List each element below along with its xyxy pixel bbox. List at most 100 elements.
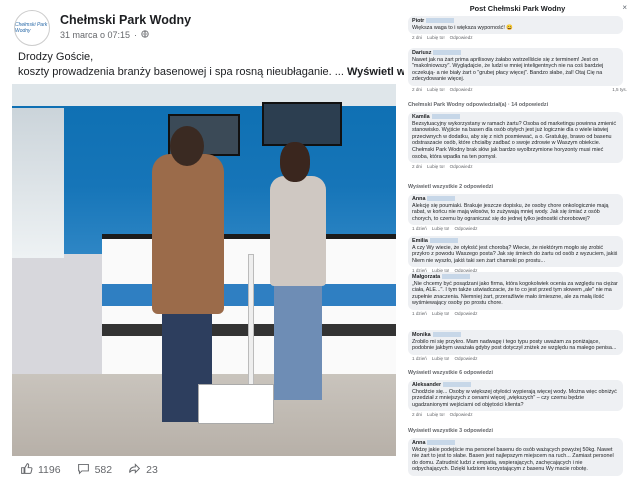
comment-author[interactable]: Anna <box>412 440 425 447</box>
comment-text: „Nie chcemy być posądzani jako firma, kt… <box>412 280 618 307</box>
comment-like-button[interactable]: Lubię to! <box>427 87 445 94</box>
comment-reply-button[interactable]: Odpowiedz <box>454 226 477 233</box>
comment-actions: 1 dzień Lubię to! Odpowiedz <box>412 311 477 318</box>
post-body: Drodzy Goście, koszty prowadzenia branży… <box>18 50 430 80</box>
photo-woman-jeans <box>274 280 322 400</box>
comment-author[interactable]: Anna <box>412 196 425 203</box>
comment-text: Nawet jak na żart prima aprilisowy żałab… <box>412 56 604 83</box>
comment-bubble: Aleksander Chodźcie się... Osoby w większ… <box>408 380 623 412</box>
post-meta: 31 marca o 07:15 · <box>60 30 149 40</box>
redacted-surname <box>433 50 462 56</box>
comment-bubble: Monika Zrobilo mi się przykro. Mam nadwag… <box>408 330 623 355</box>
view-replies-link[interactable]: Wyświetl wszystkie 6 odpowiedzi <box>408 370 493 377</box>
comment-like-button[interactable]: Lubię to! <box>432 311 450 318</box>
view-replies-link[interactable]: Wyświetl wszystkie 2 odpowiedzi <box>408 184 493 191</box>
globe-icon <box>141 30 149 40</box>
comment-author[interactable]: Małgorzata <box>412 274 440 281</box>
comment-text: Chodźcie się... Osoby w większej otyłośc… <box>412 388 617 408</box>
photo-window <box>12 108 64 258</box>
comment-actions: 2 dni Lubię to! Odpowiedz <box>412 164 473 171</box>
comment-timestamp[interactable]: 2 dni <box>412 87 422 94</box>
comment-timestamp[interactable]: 2 dni <box>412 412 422 419</box>
comment-reply-button[interactable]: Odpowiedz <box>454 356 477 363</box>
photo-woman-sweater <box>270 176 326 286</box>
redacted-surname <box>431 114 460 120</box>
comment-timestamp[interactable]: 1 dzień <box>412 311 427 318</box>
comment-timestamp[interactable]: 2 dni <box>412 164 422 171</box>
comment-text: Alekcję się poumiaki. Brakuje jeszcze do… <box>412 202 609 222</box>
comment-reply-button[interactable]: Odpowiedz <box>450 164 473 171</box>
post-photo[interactable] <box>12 84 396 456</box>
post-line: koszty prowadzenia branży basenowej i sp… <box>18 65 430 80</box>
photo-man-head <box>170 126 204 166</box>
comment-timestamp[interactable]: 1 dzień <box>412 356 427 363</box>
comment-timestamp[interactable]: 1 dzień <box>412 226 427 233</box>
comment-timestamp[interactable]: 2 dni <box>412 35 422 42</box>
view-replies-link[interactable]: Wyświetl wszystkie 3 odpowiedzi <box>408 428 493 435</box>
post-preview-text: koszty prowadzenia branży basenowej i sp… <box>18 66 347 78</box>
page-name-link[interactable]: Chełmski Park Wodny <box>60 13 191 27</box>
page-avatar[interactable]: Chełmski Park Wodny <box>14 10 50 46</box>
comment-bubble: Piotr Większa waga to i większa wyporność… <box>408 16 623 35</box>
comment-author[interactable]: Aleksander <box>412 382 441 389</box>
comment-icon <box>77 462 90 478</box>
like-count: 1196 <box>38 464 61 476</box>
comment-text: A czy Wy wiecie, że otyłość jest chorobą… <box>412 244 618 264</box>
photo-scale-pole <box>248 254 254 394</box>
comment-count: 582 <box>94 464 113 476</box>
comment-bubble: Anna Alekcję się poumiaki. Brakuje jeszcz… <box>408 194 623 226</box>
close-icon[interactable]: × <box>622 4 627 12</box>
comment-reply-button[interactable]: Odpowiedz <box>454 311 477 318</box>
comment-bubble: Małgorzata „Nie chcemy być posądzani jako… <box>408 272 623 310</box>
comment-like-button[interactable]: Lubię to! <box>432 356 450 363</box>
comment-bubble: Dariusz Nawet jak na żart prima aprilisow… <box>408 48 623 86</box>
share-icon <box>128 462 141 478</box>
photo-screen-right <box>262 102 342 146</box>
redacted-surname <box>427 440 456 446</box>
comment-button[interactable]: 582 <box>77 462 113 478</box>
comment-author[interactable]: Monika <box>412 332 431 339</box>
thumbs-up-icon <box>20 462 33 478</box>
comment-author[interactable]: Kamila <box>412 114 430 121</box>
comments-panel: Post Chełmski Park Wodny × Piotr Większa … <box>404 0 631 482</box>
comment-bubble: Emilia A czy Wy wiecie, że otyłość jest c… <box>408 236 623 268</box>
share-count: 23 <box>146 464 158 476</box>
comment-author[interactable]: Dariusz <box>412 50 431 57</box>
comment-text: Widzę jakie podejście ma personel basenu… <box>412 446 614 473</box>
post-timestamp[interactable]: 31 marca o 07:15 <box>60 30 130 40</box>
redacted-surname <box>429 238 458 244</box>
view-replies-link[interactable]: Chełmski Park Wodny odpowiedział(a) · 14… <box>408 102 548 109</box>
photo-scale-base <box>198 384 274 424</box>
comment-reaction-count: 1,5 tys. <box>612 87 627 92</box>
redacted-surname <box>443 382 472 388</box>
redacted-surname <box>427 196 456 202</box>
post-greeting: Drodzy Goście, <box>18 51 94 63</box>
comment-bubble: Anna Widzę jakie podejście ma personel ba… <box>408 438 623 476</box>
reaction-bar: 1196 582 23 <box>20 462 168 478</box>
comment-author[interactable]: Emilia <box>412 238 428 245</box>
comment-reply-button[interactable]: Odpowiedz <box>450 35 473 42</box>
comment-like-button[interactable]: Lubię to! <box>427 35 445 42</box>
comments-panel-title: Post Chełmski Park Wodny <box>469 4 566 13</box>
comment-actions: 2 dni Lubię to! Odpowiedz <box>412 87 473 94</box>
redacted-surname <box>432 332 461 338</box>
comment-reply-button[interactable]: Odpowiedz <box>450 412 473 419</box>
comment-bubble: Kamila Bezsytuacyjny wykorzystany w ramac… <box>408 112 623 164</box>
comment-actions: 1 dzień Lubię to! Odpowiedz <box>412 356 477 363</box>
photo-woman-head <box>280 142 310 182</box>
photo-man-jacket <box>152 154 224 314</box>
comment-like-button[interactable]: Lubię to! <box>427 164 445 171</box>
comment-like-button[interactable]: Lubię to! <box>432 226 450 233</box>
share-button[interactable]: 23 <box>128 462 158 478</box>
comment-text: Zrobilo mi się przykro. Mam nadwagę i te… <box>412 338 617 352</box>
comment-actions: 2 dni Lubię to! Odpowiedz <box>412 35 473 42</box>
redacted-surname <box>442 274 471 280</box>
comment-text: Bezsytuacyjny wykorzystany w ramach żart… <box>412 120 617 160</box>
comment-reply-button[interactable]: Odpowiedz <box>450 87 473 94</box>
comment-author[interactable]: Piotr <box>412 18 424 25</box>
comment-actions: 1 dzień Lubię to! Odpowiedz <box>412 226 477 233</box>
comment-like-button[interactable]: Lubię to! <box>427 412 445 419</box>
comment-text: Większa waga to i większa wypornośćǃ 😄 <box>412 24 514 31</box>
redacted-surname <box>426 18 455 24</box>
like-button[interactable]: 1196 <box>20 462 61 478</box>
